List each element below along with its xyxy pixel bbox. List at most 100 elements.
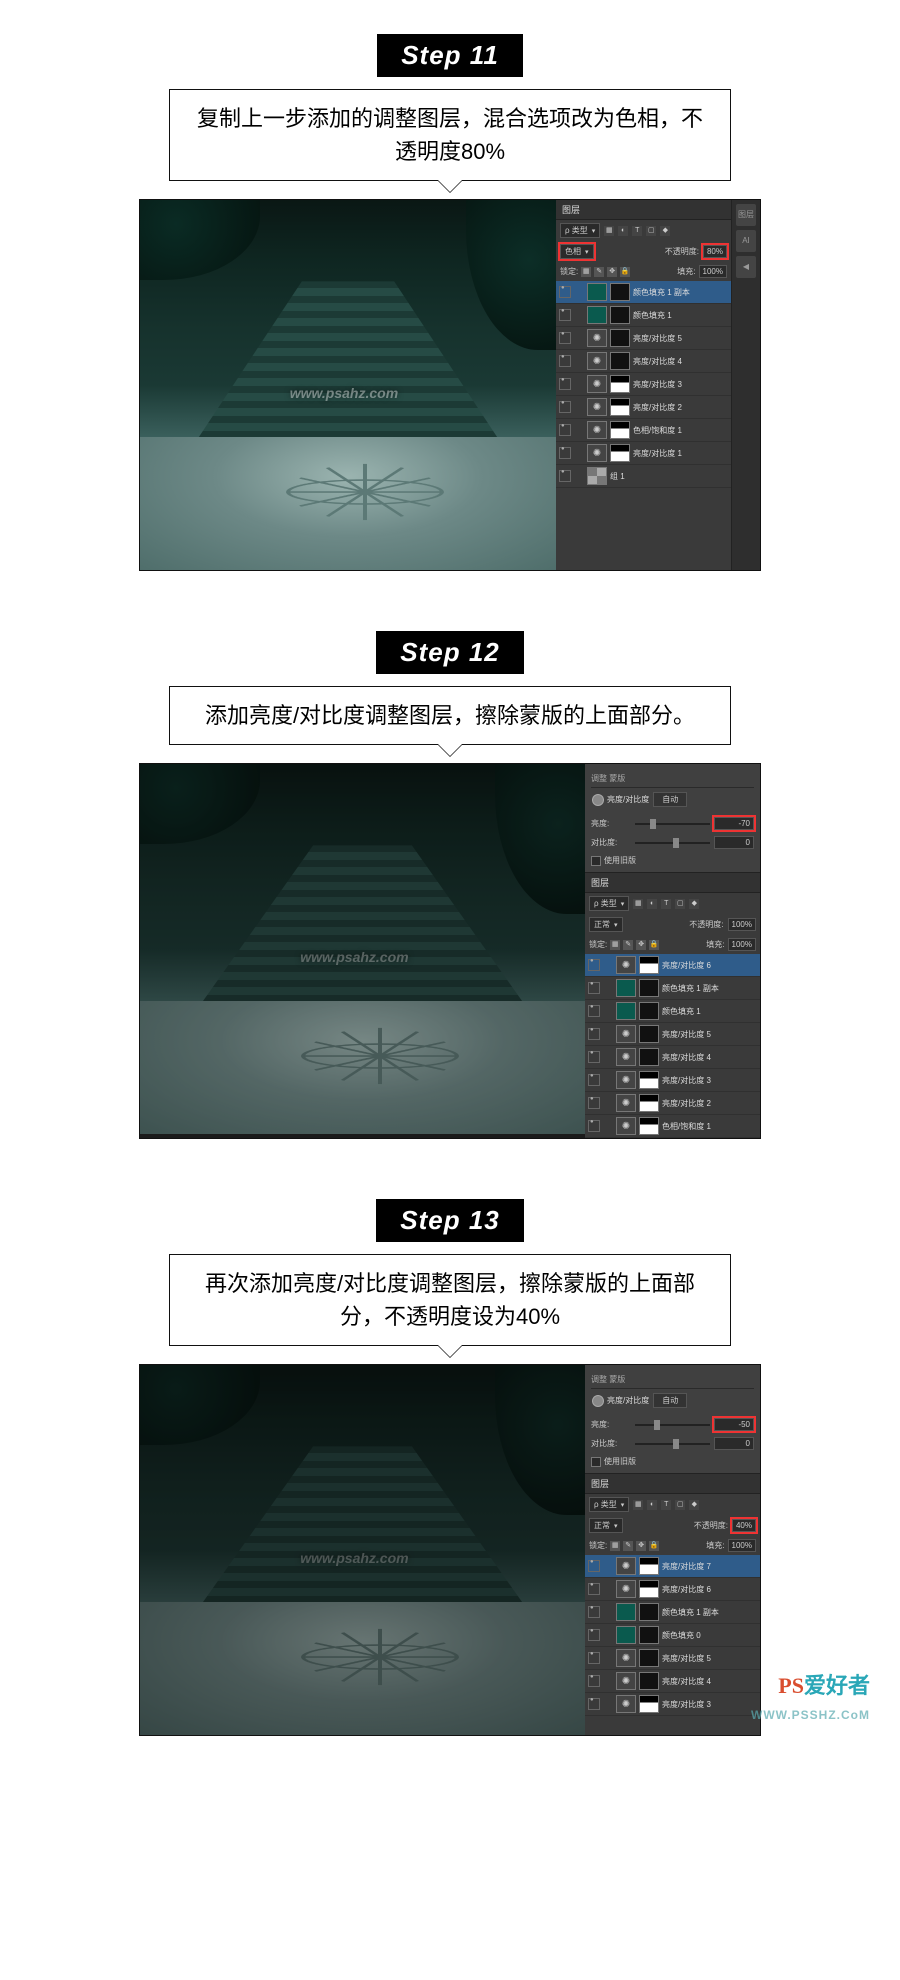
layer-thumb[interactable]	[587, 398, 607, 416]
layer-row[interactable]: 亮度/对比度 5	[585, 1023, 760, 1046]
visibility-icon[interactable]	[588, 1583, 600, 1595]
lock-icon[interactable]: ▦	[610, 1541, 620, 1551]
visibility-icon[interactable]	[588, 1675, 600, 1687]
visibility-icon[interactable]	[588, 1074, 600, 1086]
layer-name[interactable]: 亮度/对比度 5	[662, 1653, 711, 1664]
layer-thumb[interactable]	[639, 1672, 659, 1690]
layer-row[interactable]: 颜色填充 1 副本	[585, 1601, 760, 1624]
visibility-icon[interactable]	[588, 1560, 600, 1572]
filter-icon[interactable]: T	[632, 226, 642, 236]
lock-icon[interactable]: ✥	[636, 1541, 646, 1551]
fill-value[interactable]: 100%	[728, 938, 756, 951]
layer-filter[interactable]: ρ 类型	[589, 1497, 629, 1512]
layer-thumb[interactable]	[639, 1580, 659, 1598]
filter-icon[interactable]: ◆	[689, 1500, 699, 1510]
layer-thumb[interactable]	[610, 421, 630, 439]
slider-track[interactable]	[635, 1443, 710, 1445]
layer-thumb[interactable]	[639, 1626, 659, 1644]
lock-icon[interactable]: ✎	[623, 1541, 633, 1551]
layer-name[interactable]: 亮度/对比度 2	[662, 1098, 711, 1109]
layer-thumb[interactable]	[616, 1649, 636, 1667]
visibility-icon[interactable]	[559, 332, 571, 344]
layer-thumb[interactable]	[616, 956, 636, 974]
layer-thumb[interactable]	[616, 1117, 636, 1135]
visibility-icon[interactable]	[559, 355, 571, 367]
panel-toggle-icon[interactable]: ◀	[736, 256, 756, 278]
lock-icon[interactable]: ▦	[610, 940, 620, 950]
layer-name[interactable]: 亮度/对比度 3	[662, 1699, 711, 1710]
panel-toggle-icon[interactable]: AI	[736, 230, 756, 252]
fill-value[interactable]: 100%	[699, 265, 727, 278]
layer-row[interactable]: 亮度/对比度 5	[556, 327, 731, 350]
layers-tab[interactable]: 图层	[585, 873, 760, 893]
visibility-icon[interactable]	[588, 1629, 600, 1641]
visibility-icon[interactable]	[588, 959, 600, 971]
auto-button[interactable]: 自动	[653, 792, 687, 807]
layer-thumb[interactable]	[587, 283, 607, 301]
filter-icon[interactable]: ▦	[633, 899, 643, 909]
slider-track[interactable]	[635, 823, 710, 825]
layer-row[interactable]: 亮度/对比度 2	[556, 396, 731, 419]
layer-row[interactable]: 组 1	[556, 465, 731, 488]
blend-mode-dropdown[interactable]: 正常	[589, 917, 623, 932]
layer-thumb[interactable]	[587, 329, 607, 347]
layer-name[interactable]: 亮度/对比度 5	[633, 333, 682, 344]
layer-thumb[interactable]	[639, 1649, 659, 1667]
layer-thumb[interactable]	[616, 1048, 636, 1066]
checkbox-icon[interactable]	[591, 856, 601, 866]
layer-name[interactable]: 亮度/对比度 6	[662, 960, 711, 971]
visibility-icon[interactable]	[559, 470, 571, 482]
filter-icon[interactable]: ▢	[675, 1500, 685, 1510]
layer-thumb[interactable]	[639, 956, 659, 974]
layer-thumb[interactable]	[616, 1672, 636, 1690]
layer-row[interactable]: 颜色填充 1	[585, 1000, 760, 1023]
filter-icon[interactable]: T	[661, 899, 671, 909]
layer-thumb[interactable]	[639, 1117, 659, 1135]
layer-row[interactable]: 亮度/对比度 7	[585, 1555, 760, 1578]
visibility-icon[interactable]	[588, 1606, 600, 1618]
layers-tab[interactable]: 图层	[556, 200, 731, 220]
layer-thumb[interactable]	[610, 375, 630, 393]
fill-value[interactable]: 100%	[728, 1539, 756, 1552]
layer-filter[interactable]: ρ 类型	[589, 896, 629, 911]
lock-icon[interactable]: ✎	[594, 267, 604, 277]
filter-icon[interactable]: T	[661, 1500, 671, 1510]
slider-track[interactable]	[635, 1424, 710, 1426]
filter-icon[interactable]: ▦	[633, 1500, 643, 1510]
layer-thumb[interactable]	[616, 1603, 636, 1621]
layer-name[interactable]: 色相/饱和度 1	[662, 1121, 711, 1132]
layer-row[interactable]: 亮度/对比度 6	[585, 1578, 760, 1601]
layer-name[interactable]: 颜色填充 0	[662, 1630, 701, 1641]
layer-name[interactable]: 亮度/对比度 7	[662, 1561, 711, 1572]
layer-thumb[interactable]	[639, 1557, 659, 1575]
layer-row[interactable]: 亮度/对比度 6	[585, 954, 760, 977]
layer-thumb[interactable]	[639, 1071, 659, 1089]
checkbox-icon[interactable]	[591, 1457, 601, 1467]
layer-thumb[interactable]	[616, 1002, 636, 1020]
filter-icon[interactable]: ◆	[660, 226, 670, 236]
blend-mode-dropdown[interactable]: 正常	[589, 1518, 623, 1533]
lock-icon[interactable]: ✥	[607, 267, 617, 277]
legacy-checkbox-row[interactable]: 使用旧版	[591, 1456, 754, 1467]
layer-row[interactable]: 亮度/对比度 5	[585, 1647, 760, 1670]
layer-name[interactable]: 颜色填充 1 副本	[662, 1607, 719, 1618]
filter-icon[interactable]: ▢	[646, 226, 656, 236]
layer-name[interactable]: 亮度/对比度 1	[633, 448, 682, 459]
layer-name[interactable]: 色相/饱和度 1	[633, 425, 682, 436]
layer-row[interactable]: 色相/饱和度 1	[556, 419, 731, 442]
lock-icon[interactable]: ✥	[636, 940, 646, 950]
layer-thumb[interactable]	[639, 1603, 659, 1621]
opacity-value[interactable]: 40%	[732, 1519, 756, 1532]
layer-thumb[interactable]	[639, 1002, 659, 1020]
properties-tabs[interactable]: 调整 蒙版	[591, 770, 754, 788]
layer-thumb[interactable]	[610, 352, 630, 370]
visibility-icon[interactable]	[588, 1652, 600, 1664]
panel-toggle-icon[interactable]: 图层	[736, 204, 756, 226]
layer-row[interactable]: 亮度/对比度 3	[585, 1069, 760, 1092]
visibility-icon[interactable]	[588, 1005, 600, 1017]
layer-name[interactable]: 亮度/对比度 6	[662, 1584, 711, 1595]
layer-thumb[interactable]	[639, 1025, 659, 1043]
layer-thumb[interactable]	[616, 1025, 636, 1043]
filter-icon[interactable]: ▢	[675, 899, 685, 909]
layer-thumb[interactable]	[616, 1695, 636, 1713]
